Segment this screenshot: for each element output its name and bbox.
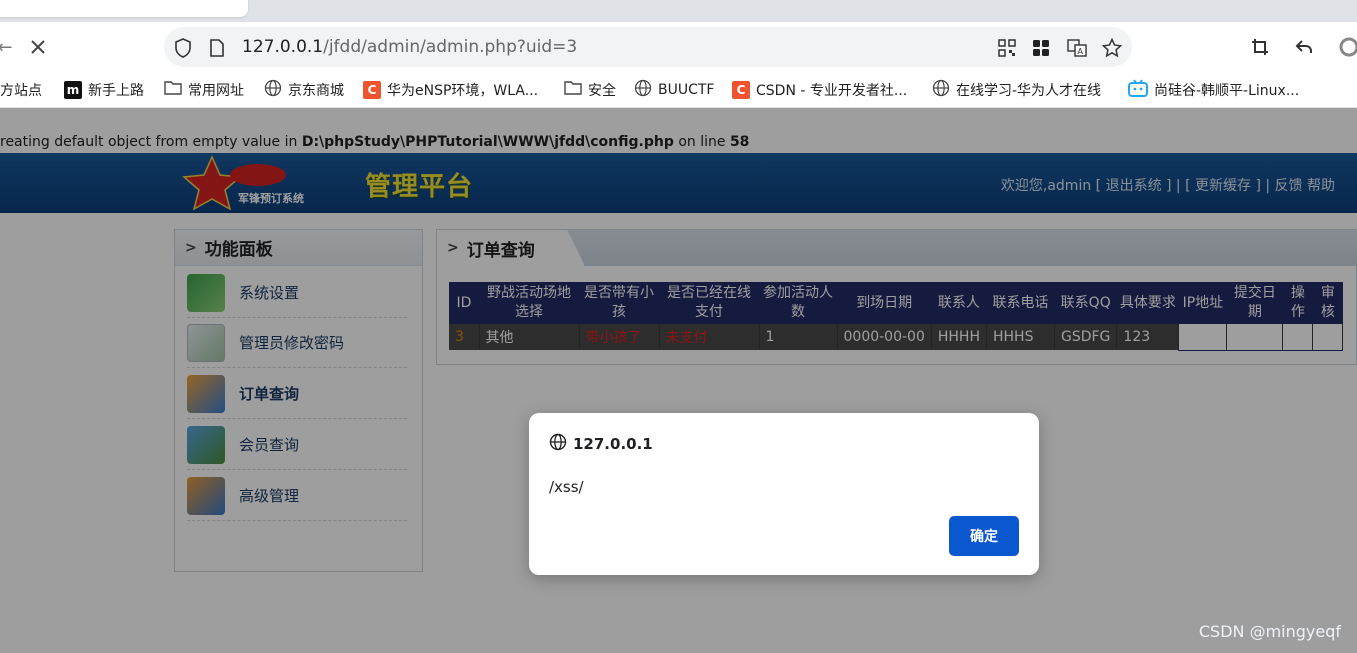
active-tab[interactable] <box>0 0 248 17</box>
url-text[interactable]: 127.0.0.1/jfdd/admin/admin.php?uid=3 <box>242 37 577 57</box>
csdn-icon: C <box>363 81 381 99</box>
dialog-message: /xss/ <box>549 478 584 496</box>
bookmark-label: 京东商城 <box>288 83 344 99</box>
bookmark-label: CSDN - 专业开发者社... <box>756 83 908 99</box>
page-icon <box>206 37 228 59</box>
folder-icon <box>564 80 582 100</box>
bookmark-item[interactable]: 在线学习-华为人才在线 <box>932 79 1101 101</box>
bilibili-icon <box>1128 79 1148 101</box>
alert-dialog: 127.0.0.1 /xss/ 确定 <box>529 413 1039 575</box>
address-bar[interactable]: 127.0.0.1/jfdd/admin/admin.php?uid=3 A <box>164 27 1132 67</box>
folder-icon <box>164 80 182 100</box>
tab-strip <box>0 0 1357 22</box>
bookmark-item[interactable]: m 新手上路 <box>64 79 144 101</box>
bookmark-label: 常用网址 <box>188 83 244 99</box>
bookmark-label: 方站点 <box>0 83 42 99</box>
bookmark-item[interactable]: 安全 <box>564 79 616 101</box>
csdn-icon: C <box>732 81 750 99</box>
bookmark-item[interactable]: 京东商城 <box>264 79 344 101</box>
stop-loading-icon[interactable] <box>27 36 49 58</box>
apps-grid-icon[interactable] <box>1030 37 1052 59</box>
bookmark-label: 安全 <box>588 83 616 99</box>
bookmark-label: 在线学习-华为人才在线 <box>956 83 1102 99</box>
shield-icon[interactable] <box>172 37 194 59</box>
back-arrow-icon[interactable]: ← <box>0 36 16 58</box>
globe-icon <box>932 79 950 101</box>
dialog-origin-text: 127.0.0.1 <box>573 435 653 453</box>
crop-icon[interactable] <box>1249 36 1271 58</box>
bookmark-label: 新手上路 <box>88 83 144 99</box>
bookmark-item[interactable]: 常用网址 <box>164 79 244 101</box>
globe-icon <box>264 79 282 101</box>
globe-icon <box>549 433 567 455</box>
bookmark-item[interactable]: BUUCTF <box>634 79 714 101</box>
bookmarks-bar: 方站点 m 新手上路 常用网址 京东商城 C 华为eNSP环境，WLA... 安全 … <box>0 72 1357 108</box>
url-path: /jfdd/admin/admin.php?uid=3 <box>323 37 578 57</box>
extension-circle-icon[interactable] <box>1338 36 1357 58</box>
dialog-origin: 127.0.0.1 <box>549 433 653 455</box>
inactive-tab[interactable] <box>262 0 542 6</box>
translate-icon[interactable]: A <box>1066 37 1088 59</box>
bookmark-label: BUUCTF <box>658 82 715 98</box>
bookmark-item[interactable]: C CSDN - 专业开发者社... <box>732 79 907 101</box>
bookmark-label: 尚硅谷-韩顺平-Linux... <box>1154 83 1300 99</box>
bookmark-item[interactable]: 尚硅谷-韩顺平-Linux... <box>1128 79 1299 101</box>
url-host: 127.0.0.1 <box>242 37 324 57</box>
undo-icon[interactable] <box>1293 36 1315 58</box>
bookmark-item[interactable]: C 华为eNSP环境，WLA... <box>363 79 538 101</box>
bookmark-label: 华为eNSP环境，WLA... <box>387 83 539 99</box>
star-bookmark-icon[interactable] <box>1101 37 1123 59</box>
svg-text:A: A <box>1078 47 1084 56</box>
ok-button[interactable]: 确定 <box>949 516 1019 556</box>
m-logo-icon: m <box>64 81 82 99</box>
qr-code-icon[interactable] <box>996 37 1018 59</box>
globe-icon <box>634 79 652 101</box>
bookmark-item[interactable]: 方站点 <box>0 79 42 101</box>
watermark: CSDN @mingyeqf <box>1198 622 1341 641</box>
browser-toolbar: ← 127.0.0.1/jfdd/admin/admin.php?uid=3 A <box>0 22 1357 72</box>
